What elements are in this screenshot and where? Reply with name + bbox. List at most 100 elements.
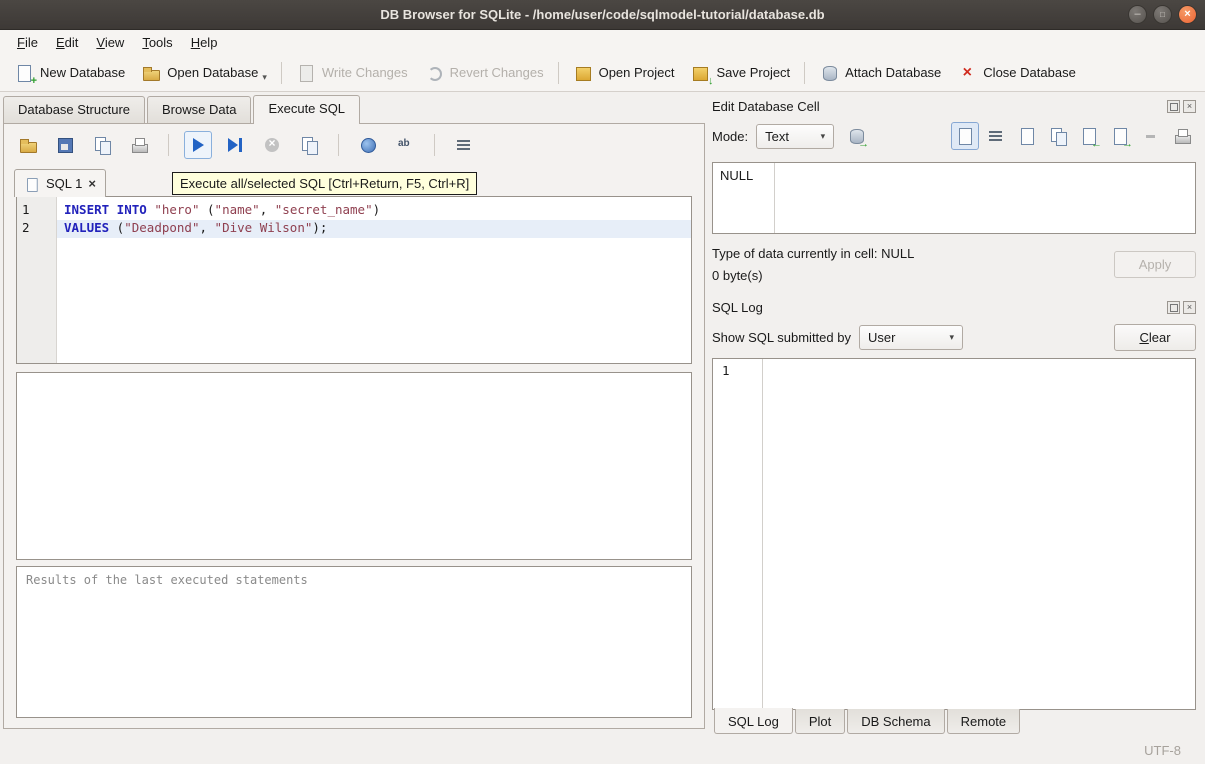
close-database-button[interactable]: × Close Database (949, 58, 1084, 88)
toolbar-separator (281, 62, 282, 84)
maximize-button[interactable]: □ (1153, 5, 1172, 24)
arrow-down-badge-icon: ↓ (708, 76, 714, 87)
log-content-area[interactable] (763, 359, 1195, 709)
chevron-down-icon: ▾ (949, 332, 954, 343)
mode-combobox[interactable]: Text ▾ (756, 124, 834, 149)
code-line-current: VALUES ("Deadpond", "Dive Wilson"); (57, 220, 691, 238)
save-sql-file-button[interactable] (51, 131, 79, 159)
menu-view[interactable]: View (87, 32, 133, 53)
float-panel-button[interactable] (1167, 301, 1180, 314)
set-null-button[interactable] (1137, 122, 1165, 150)
toolbar-separator (804, 62, 805, 84)
export-data-button[interactable]: → (1106, 122, 1134, 150)
clear-log-button[interactable]: Clear (1114, 324, 1196, 351)
open-database-icon (141, 63, 161, 83)
results-message-area[interactable]: Results of the last executed statements (16, 566, 692, 718)
cell-size-info: 0 byte(s) (712, 268, 1114, 283)
log-filter-value: User (868, 330, 895, 345)
titlebar: DB Browser for SQLite - /home/user/code/… (0, 0, 1205, 30)
close-window-button[interactable]: × (1178, 5, 1197, 24)
revert-changes-icon (424, 63, 444, 83)
revert-changes-label: Revert Changes (450, 65, 544, 80)
cell-toolbar: ← → (951, 122, 1196, 150)
new-database-button[interactable]: + New Database (6, 58, 133, 88)
close-tab-icon[interactable]: × (88, 176, 96, 191)
log-filter-combobox[interactable]: User ▾ (859, 325, 963, 350)
revert-changes-button[interactable]: Revert Changes (416, 58, 552, 88)
text-mode-button[interactable] (951, 122, 979, 150)
edit-cell-header: Edit Database Cell × (712, 96, 1196, 116)
cell-content-area[interactable] (775, 163, 1195, 233)
cell-info-row: Type of data currently in cell: NULL 0 b… (712, 246, 1196, 283)
attach-database-icon (819, 63, 839, 83)
find-replace-button[interactable]: ab (391, 131, 419, 159)
apply-button[interactable]: Apply (1114, 251, 1196, 278)
window-controls: – □ × (1128, 5, 1197, 24)
copy-cell-button[interactable] (1044, 122, 1072, 150)
minimize-icon: – (1134, 9, 1140, 20)
close-panel-button[interactable]: × (1183, 301, 1196, 314)
cell-info: Type of data currently in cell: NULL 0 b… (712, 246, 1114, 283)
cell-type-info: Type of data currently in cell: NULL (712, 246, 1114, 261)
word-wrap-button[interactable] (982, 122, 1010, 150)
import-data-button[interactable]: ← (1075, 122, 1103, 150)
open-database-label: Open Database (167, 65, 258, 80)
menu-edit[interactable]: Edit (47, 32, 87, 53)
menu-help[interactable]: Help (182, 32, 227, 53)
new-sql-tab-button[interactable] (295, 131, 323, 159)
import-data-icon: ← (1079, 126, 1099, 146)
menu-file[interactable]: File (8, 32, 47, 53)
save-sql-file-icon (55, 135, 75, 155)
tab-sql-log[interactable]: SQL Log (714, 708, 793, 734)
tab-execute-sql[interactable]: Execute SQL (253, 95, 360, 124)
edit-cell-title: Edit Database Cell (712, 99, 1164, 114)
new-database-label: New Database (40, 65, 125, 80)
text-mode-icon (955, 126, 975, 146)
line-number: 2 (17, 220, 56, 238)
tab-database-structure[interactable]: Database Structure (3, 96, 145, 123)
sql-log-box[interactable]: 1 (712, 358, 1196, 710)
stop-execution-button[interactable]: × (258, 131, 286, 159)
open-project-button[interactable]: Open Project (565, 58, 683, 88)
menu-tools[interactable]: Tools (133, 32, 181, 53)
import-cell-button[interactable]: → (842, 122, 870, 150)
write-changes-button[interactable]: Write Changes (288, 58, 416, 88)
sql-token: "name" (215, 202, 260, 217)
results-grid[interactable] (16, 372, 692, 560)
sql-tab[interactable]: SQL 1 × (14, 169, 106, 197)
execute-line-button[interactable] (221, 131, 249, 159)
sql-log-title: SQL Log (712, 300, 1164, 315)
new-tab-icon (299, 135, 319, 155)
execute-all-button[interactable] (184, 131, 212, 159)
save-sql-as-button[interactable] (88, 131, 116, 159)
close-icon: × (1184, 9, 1190, 20)
browse-table-button[interactable] (354, 131, 382, 159)
tab-db-schema[interactable]: DB Schema (847, 709, 944, 734)
sql-token: VALUES (64, 220, 109, 235)
sql-token: ( (109, 220, 124, 235)
main-tab-bar: Database Structure Browse Data Execute S… (3, 95, 707, 123)
tab-browse-data[interactable]: Browse Data (147, 96, 251, 123)
open-sql-file-button[interactable] (14, 131, 42, 159)
sql-code-area[interactable]: INSERT INTO "hero" ("name", "secret_name… (57, 197, 691, 363)
tab-remote[interactable]: Remote (947, 709, 1021, 734)
menubar: File Edit View Tools Help (0, 30, 1205, 54)
open-database-dropdown-icon[interactable]: ▾ (262, 72, 267, 83)
cell-editor-box[interactable]: NULL (712, 162, 1196, 234)
save-project-button[interactable]: ↓ Save Project (682, 58, 798, 88)
close-panel-button[interactable]: × (1183, 100, 1196, 113)
print-sql-button[interactable] (125, 131, 153, 159)
open-project-label: Open Project (599, 65, 675, 80)
print-cell-button[interactable] (1168, 122, 1196, 150)
tab-plot[interactable]: Plot (795, 709, 845, 734)
float-panel-button[interactable] (1167, 100, 1180, 113)
open-project-icon (573, 63, 593, 83)
new-doc-button[interactable] (1013, 122, 1041, 150)
open-database-button[interactable]: Open Database ▾ (133, 58, 275, 88)
format-sql-button[interactable] (450, 131, 478, 159)
print-icon (1172, 126, 1192, 146)
close-database-icon: × (957, 63, 977, 83)
attach-database-button[interactable]: Attach Database (811, 58, 949, 88)
close-database-label: Close Database (983, 65, 1076, 80)
minimize-button[interactable]: – (1128, 5, 1147, 24)
